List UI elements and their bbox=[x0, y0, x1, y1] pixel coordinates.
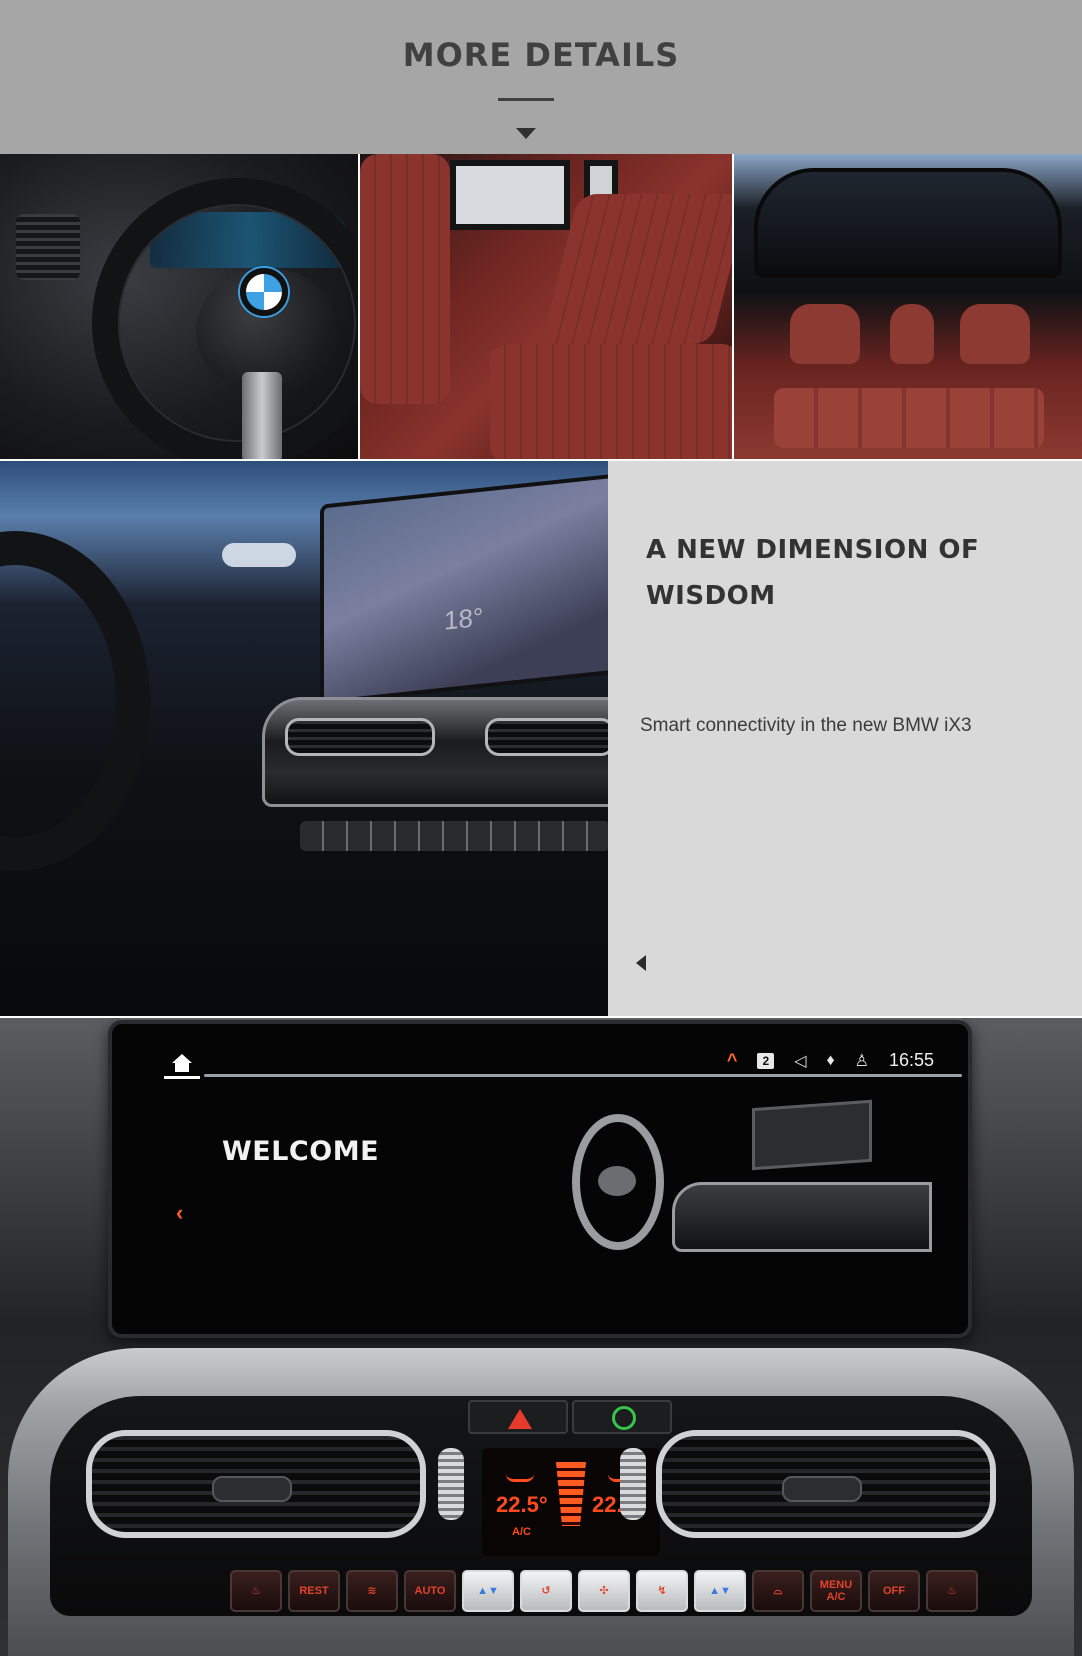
infotainment-screen: 18° bbox=[320, 473, 608, 705]
illustration-dashboard bbox=[672, 1182, 932, 1252]
dashboard-photo: 18° bbox=[0, 461, 608, 1016]
home-indicator bbox=[164, 1076, 200, 1079]
rest-button[interactable]: REST bbox=[288, 1570, 340, 1612]
center-console-panel: 22.5° 22.5° A/C ♨ REST ≋ AUTO ▲▼ ↺ ✣ ↯ ▲… bbox=[8, 1348, 1074, 1656]
recirculation-icon: ↺ bbox=[541, 1585, 551, 1597]
console-bezel: 22.5° 22.5° A/C ♨ REST ≋ AUTO ▲▼ ↺ ✣ ↯ ▲… bbox=[50, 1396, 1032, 1616]
driving-assist-button[interactable] bbox=[572, 1400, 672, 1434]
seat-heat-icon: ♨ bbox=[251, 1585, 261, 1597]
windshield-defrost-button[interactable]: ⌓ bbox=[752, 1570, 804, 1612]
temp-arrows-icon: ▲▼ bbox=[477, 1585, 499, 1597]
seat-heat-left-button[interactable]: ♨ bbox=[230, 1570, 282, 1612]
recirculation-button[interactable]: ↺ bbox=[520, 1570, 572, 1612]
air-vent-left[interactable] bbox=[86, 1430, 426, 1538]
steering-wheel-spoke bbox=[242, 372, 282, 459]
rear-seats-photo[interactable] bbox=[360, 154, 732, 459]
menu-ac-button[interactable]: MENU A/C bbox=[810, 1570, 862, 1612]
steering-wheel bbox=[0, 531, 150, 871]
driving-assist-icon bbox=[612, 1406, 636, 1430]
section-title: MORE DETAILS bbox=[402, 36, 680, 74]
steering-wheel-photo[interactable] bbox=[0, 154, 358, 459]
panoramic-glass-roof bbox=[754, 168, 1062, 278]
temp-right-button[interactable]: ▲▼ bbox=[694, 1570, 746, 1612]
illustration-hub bbox=[598, 1166, 636, 1196]
status-bar-line bbox=[204, 1074, 962, 1077]
air-vent-right[interactable] bbox=[656, 1430, 996, 1538]
front-seat-back bbox=[360, 154, 450, 404]
front-seat-right bbox=[960, 304, 1030, 364]
title-divider bbox=[498, 98, 554, 101]
air-vent-left bbox=[285, 718, 435, 756]
vent-adjuster-left[interactable] bbox=[212, 1476, 292, 1502]
panoramic-roof-photo[interactable] bbox=[734, 154, 1082, 459]
chevron-down-icon[interactable] bbox=[516, 128, 536, 139]
idrive-display: ^ 2 ◁ ♦ ♙ 16:55 WELCOME ‹ bbox=[108, 1020, 972, 1338]
control-strip bbox=[300, 821, 608, 851]
welcome-title: WELCOME bbox=[222, 1136, 380, 1167]
more-details-header: MORE DETAILS bbox=[0, 0, 1082, 154]
center-console bbox=[262, 697, 608, 807]
feature-title: A NEW DIMENSION OF WISDOM bbox=[646, 535, 980, 611]
dashboard-right bbox=[962, 1018, 1082, 1318]
airflow-button[interactable]: ↯ bbox=[636, 1570, 688, 1612]
climate-button-row: ♨ REST ≋ AUTO ▲▼ ↺ ✣ ↯ ▲▼ ⌓ MENU A/C OFF… bbox=[230, 1570, 978, 1612]
auto-button[interactable]: AUTO bbox=[404, 1570, 456, 1612]
chevron-left-icon[interactable]: ‹ bbox=[176, 1200, 183, 1226]
fan-icon: ✣ bbox=[599, 1585, 609, 1597]
hazard-icon bbox=[508, 1409, 532, 1429]
defrost-icon: ≋ bbox=[367, 1585, 377, 1597]
notification-badge[interactable]: 2 bbox=[757, 1052, 775, 1069]
microphone-icon[interactable]: ♦ bbox=[826, 1052, 834, 1070]
feature-info-panel: A NEW DIMENSION OF WISDOM Smart connecti… bbox=[608, 461, 1082, 1016]
dashboard-left bbox=[0, 1018, 120, 1318]
home-icon[interactable] bbox=[168, 1054, 196, 1076]
illustration-screen bbox=[752, 1099, 872, 1171]
ac-indicator: A/C bbox=[512, 1526, 531, 1538]
fan-button[interactable]: ✣ bbox=[578, 1570, 630, 1612]
speaker-icon[interactable]: ◁ bbox=[794, 1051, 806, 1071]
front-seat-left bbox=[790, 304, 860, 364]
user-icon[interactable]: ♙ bbox=[855, 1051, 869, 1071]
temp-left-button[interactable]: ▲▼ bbox=[462, 1570, 514, 1612]
seat-heat-right-button[interactable]: ♨ bbox=[926, 1570, 978, 1612]
vent-adjuster-right[interactable] bbox=[782, 1476, 862, 1502]
rear-defrost-button[interactable]: ≋ bbox=[346, 1570, 398, 1612]
vent-dial-right[interactable] bbox=[620, 1448, 646, 1520]
headrest-center bbox=[890, 304, 934, 364]
windshield-icon: ⌓ bbox=[773, 1585, 783, 1597]
temp-arrows-icon: ▲▼ bbox=[709, 1585, 731, 1597]
feature-subtitle: Smart connectivity in the new BMW iX3 bbox=[640, 715, 972, 736]
air-vent bbox=[16, 214, 80, 280]
status-bar: ^ 2 ◁ ♦ ♙ 16:55 bbox=[727, 1050, 934, 1071]
screen-temperature: 18° bbox=[444, 601, 484, 636]
airflow-icon: ↯ bbox=[657, 1585, 667, 1597]
temperature-left: 22.5° bbox=[496, 1492, 548, 1517]
off-button[interactable]: OFF bbox=[868, 1570, 920, 1612]
hazard-button[interactable] bbox=[468, 1400, 568, 1434]
bmw-logo-icon bbox=[240, 268, 288, 316]
vent-dial-left[interactable] bbox=[438, 1448, 464, 1520]
rear-bench bbox=[774, 388, 1044, 448]
chevron-up-icon[interactable]: ^ bbox=[727, 1050, 738, 1071]
cockpit-photo: ^ 2 ◁ ♦ ♙ 16:55 WELCOME ‹ 22.5° 22.5° A/… bbox=[0, 1018, 1082, 1656]
clock: 16:55 bbox=[888, 1050, 934, 1070]
rear-seat-cushion bbox=[490, 344, 732, 459]
fan-level-icon bbox=[556, 1462, 586, 1526]
seat-heat-left-icon bbox=[506, 1462, 534, 1482]
rear-window bbox=[450, 160, 570, 230]
seat-heat-icon: ♨ bbox=[947, 1585, 957, 1597]
cloud bbox=[222, 543, 296, 567]
air-vent-right bbox=[485, 718, 608, 756]
welcome-illustration bbox=[572, 1099, 932, 1304]
triangle-left-icon[interactable] bbox=[636, 955, 646, 971]
